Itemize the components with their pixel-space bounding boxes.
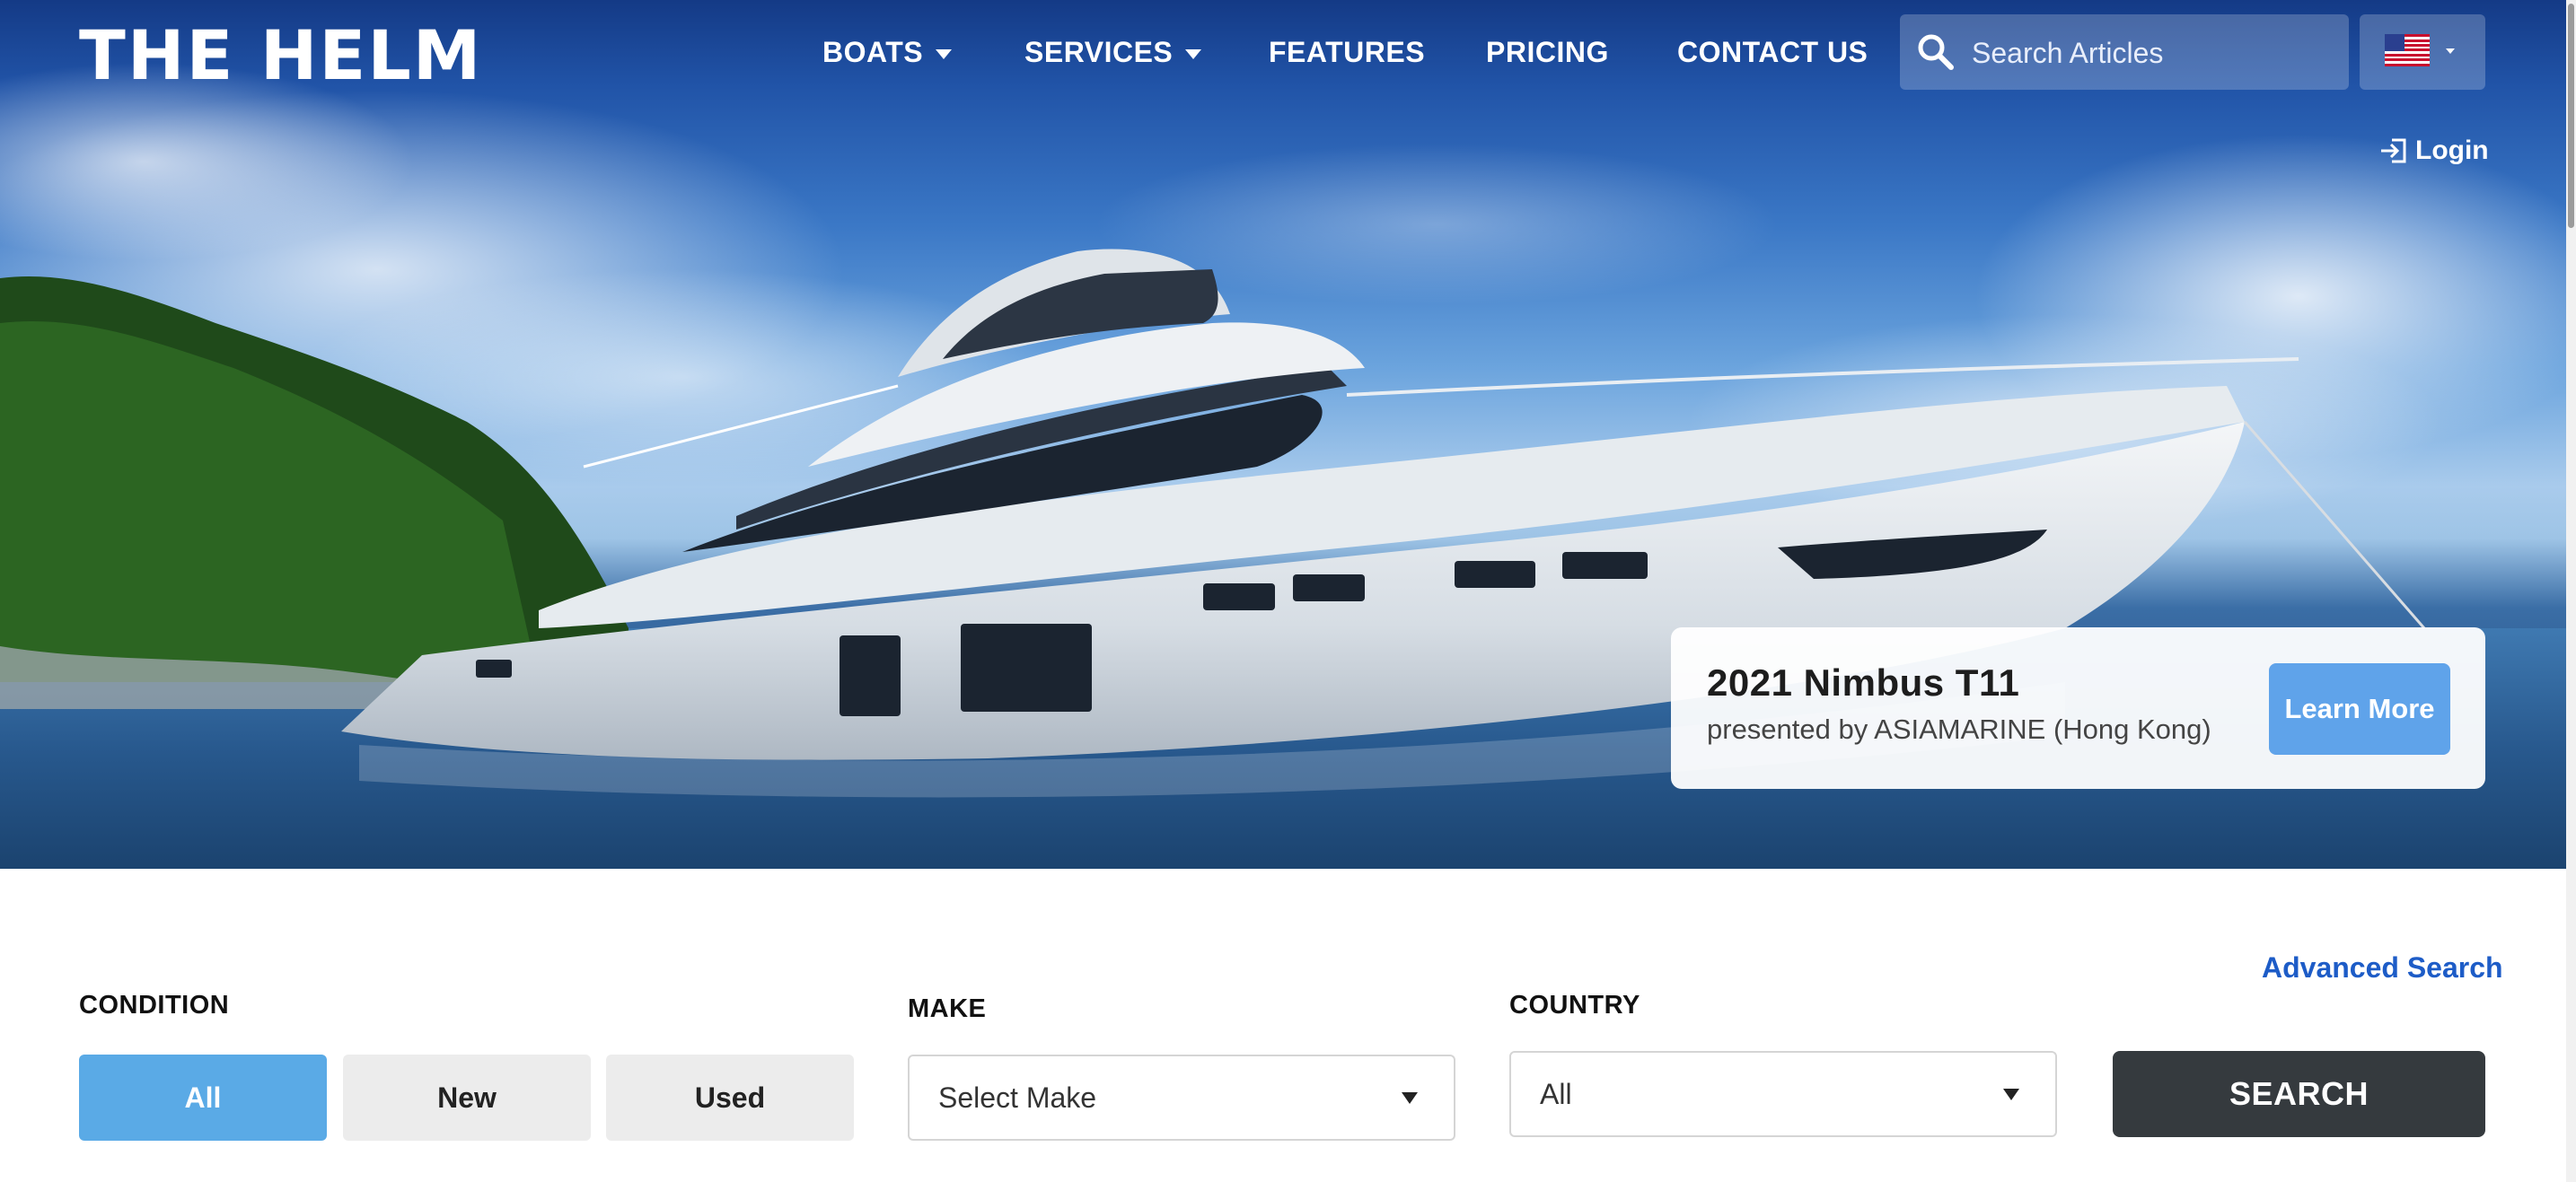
scrollbar-thumb[interactable] [2568, 4, 2574, 228]
featured-listing-dealer: presented by ASIAMARINE (Hong Kong) [1707, 714, 2211, 745]
dropdown-arrow-icon [2003, 1089, 2019, 1100]
login-label: Login [2415, 136, 2489, 165]
condition-new-button[interactable]: New [343, 1055, 591, 1141]
article-search [1900, 14, 2349, 92]
search-input[interactable] [1970, 14, 2333, 92]
chevron-down-icon [1185, 49, 1202, 60]
condition-label: CONDITION [79, 991, 230, 1020]
condition-used-button[interactable]: Used [606, 1055, 854, 1141]
us-flag-icon [2385, 34, 2430, 66]
nav-pricing[interactable]: PRICING [1486, 29, 1609, 75]
nav-boats-label: BOATS [822, 36, 924, 68]
learn-more-button[interactable]: Learn More [2269, 663, 2450, 755]
make-select-value: Select Make [938, 1081, 1097, 1114]
country-select-value: All [1540, 1078, 1572, 1110]
nav-contact-us[interactable]: CONTACT US [1677, 29, 1868, 75]
make-label: MAKE [908, 994, 987, 1023]
featured-listing-card: 2021 Nimbus T11 presented by ASIAMARINE … [1671, 627, 2485, 789]
nav-features[interactable]: FEATURES [1269, 29, 1425, 75]
login-icon [2381, 138, 2406, 163]
featured-listing-title: 2021 Nimbus T11 [1707, 661, 2020, 704]
condition-all-button[interactable]: All [79, 1055, 327, 1141]
nav-services[interactable]: SERVICES [1024, 29, 1202, 75]
search-button[interactable]: SEARCH [2113, 1051, 2485, 1137]
search-icon[interactable] [1916, 32, 1956, 72]
language-selector[interactable] [2360, 14, 2485, 90]
advanced-search-link[interactable]: Advanced Search [2262, 951, 2503, 985]
login-link[interactable]: Login [2379, 133, 2489, 169]
chevron-down-icon [936, 49, 953, 60]
site-logo[interactable]: THE HELM [79, 22, 482, 90]
chevron-down-icon [2446, 48, 2455, 54]
country-select[interactable]: All [1509, 1051, 2057, 1137]
make-select[interactable]: Select Make [908, 1055, 1455, 1141]
country-label: COUNTRY [1509, 991, 1640, 1020]
nav-boats[interactable]: BOATS [822, 29, 953, 75]
nav-services-label: SERVICES [1024, 36, 1174, 68]
hero-banner: THE HELM BOATS SERVICES FEATURES PRICING… [0, 0, 2566, 869]
dropdown-arrow-icon [1402, 1092, 1418, 1104]
